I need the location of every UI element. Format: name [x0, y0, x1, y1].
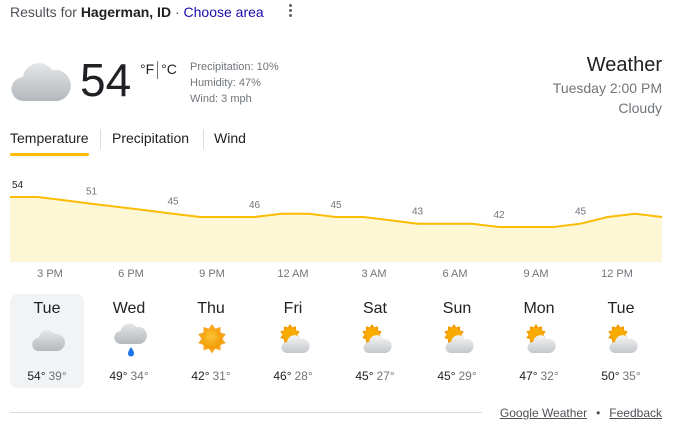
choose-area-link[interactable]: Choose area	[184, 4, 264, 20]
forecast-day-tue-next[interactable]: Tue 50° 35°	[584, 294, 658, 388]
day-name: Fri	[283, 300, 303, 317]
header-separator: ·	[174, 4, 180, 20]
low-temp: 31°	[212, 369, 231, 383]
forecast-day-mon[interactable]: Mon 47° 32°	[502, 294, 576, 388]
footer-divider	[10, 412, 482, 413]
day-name: Tue	[607, 300, 635, 317]
high-temp: 42°	[191, 369, 210, 383]
high-temp: 45°	[437, 369, 456, 383]
forecast-day-thu[interactable]: Thu 42° 31°	[174, 294, 248, 388]
rain-cloud-icon	[113, 322, 147, 358]
tab-precipitation[interactable]: Precipitation	[112, 126, 189, 156]
results-header: Results for Hagerman, ID · Choose area	[10, 4, 264, 20]
hour-label: 12 AM	[277, 268, 309, 280]
high-temp: 46°	[273, 369, 292, 383]
tab-wind[interactable]: Wind	[214, 126, 246, 156]
day-name: Sat	[362, 300, 387, 317]
day-name: Mon	[523, 300, 555, 317]
forecast-day-sun[interactable]: Sun 45° 29°	[420, 294, 494, 388]
temperature-label: 45	[167, 197, 179, 208]
temperature-label: 54	[12, 180, 24, 191]
high-temp: 49°	[109, 369, 128, 383]
low-temp: 32°	[540, 369, 559, 383]
low-temp: 27°	[376, 369, 395, 383]
day-name: Tue	[33, 300, 61, 317]
feedback-link[interactable]: Feedback	[609, 406, 662, 420]
weather-details: Precipitation: 10% Humidity: 47% Wind: 3…	[190, 59, 279, 107]
temperature-label: 46	[249, 200, 261, 211]
cloudy-icon	[31, 322, 65, 358]
precipitation-detail: Precipitation: 10%	[190, 61, 279, 73]
hour-label: 3 PM	[37, 268, 63, 280]
hour-label: 12 PM	[601, 268, 633, 280]
unit-toggle: °F °C	[140, 61, 177, 80]
high-temp: 54°	[27, 369, 46, 383]
celsius-button[interactable]: °C	[161, 61, 177, 77]
temperature-label: 45	[330, 200, 342, 211]
wind-detail: Wind: 3 mph	[190, 93, 252, 105]
partly-cloudy-icon	[359, 322, 393, 358]
low-temp: 28°	[294, 369, 313, 383]
footer: Google Weather • Feedback	[500, 406, 662, 420]
hour-label: 6 AM	[442, 268, 468, 280]
low-temp: 34°	[130, 369, 149, 383]
hour-label: 9 PM	[199, 268, 225, 280]
hour-label: 6 PM	[118, 268, 144, 280]
low-temp: 29°	[458, 369, 477, 383]
high-temp: 50°	[601, 369, 620, 383]
day-name: Wed	[112, 300, 146, 317]
temperature-label: 51	[86, 187, 98, 198]
google-weather-link[interactable]: Google Weather	[500, 406, 587, 420]
cloudy-icon	[10, 57, 72, 105]
sun-icon	[195, 322, 229, 358]
partly-cloudy-icon	[441, 322, 475, 358]
high-temp: 47°	[519, 369, 538, 383]
partly-cloudy-icon	[277, 322, 311, 358]
tab-temperature[interactable]: Temperature	[10, 126, 89, 156]
temperature-label: 45	[575, 207, 587, 218]
current-datetime: Tuesday 2:00 PM	[552, 80, 662, 96]
forecast-day-fri[interactable]: Fri 46° 28°	[256, 294, 330, 388]
current-condition: Cloudy	[618, 100, 662, 116]
hour-label: 3 AM	[361, 268, 387, 280]
more-options-icon[interactable]	[283, 4, 297, 20]
temperature-label: 42	[493, 210, 505, 221]
footer-dot: •	[596, 406, 601, 420]
humidity-detail: Humidity: 47%	[190, 77, 261, 89]
weather-summary: Weather Tuesday 2:00 PM Cloudy	[553, 52, 662, 118]
high-temp: 45°	[355, 369, 374, 383]
hour-label: 9 AM	[523, 268, 549, 280]
temperature-chart: 54 51 45 46 45 43 42 45	[10, 180, 662, 262]
partly-cloudy-icon	[605, 322, 639, 358]
low-temp: 35°	[622, 369, 641, 383]
fahrenheit-button[interactable]: °F	[140, 61, 154, 77]
weather-title: Weather	[586, 54, 662, 76]
forecast-day-tue[interactable]: Tue 54° 39°	[10, 294, 84, 388]
day-name: Sun	[442, 300, 472, 317]
forecast-day-sat[interactable]: Sat 45° 27°	[338, 294, 412, 388]
forecast-day-wed[interactable]: Wed 49° 34°	[92, 294, 166, 388]
results-prefix: Results for	[10, 4, 77, 20]
low-temp: 39°	[48, 369, 67, 383]
day-name: Thu	[197, 300, 225, 317]
temperature-label: 43	[412, 207, 424, 218]
location-name: Hagerman, ID	[80, 4, 172, 20]
current-temperature: 54	[80, 54, 132, 106]
partly-cloudy-icon	[523, 322, 557, 358]
